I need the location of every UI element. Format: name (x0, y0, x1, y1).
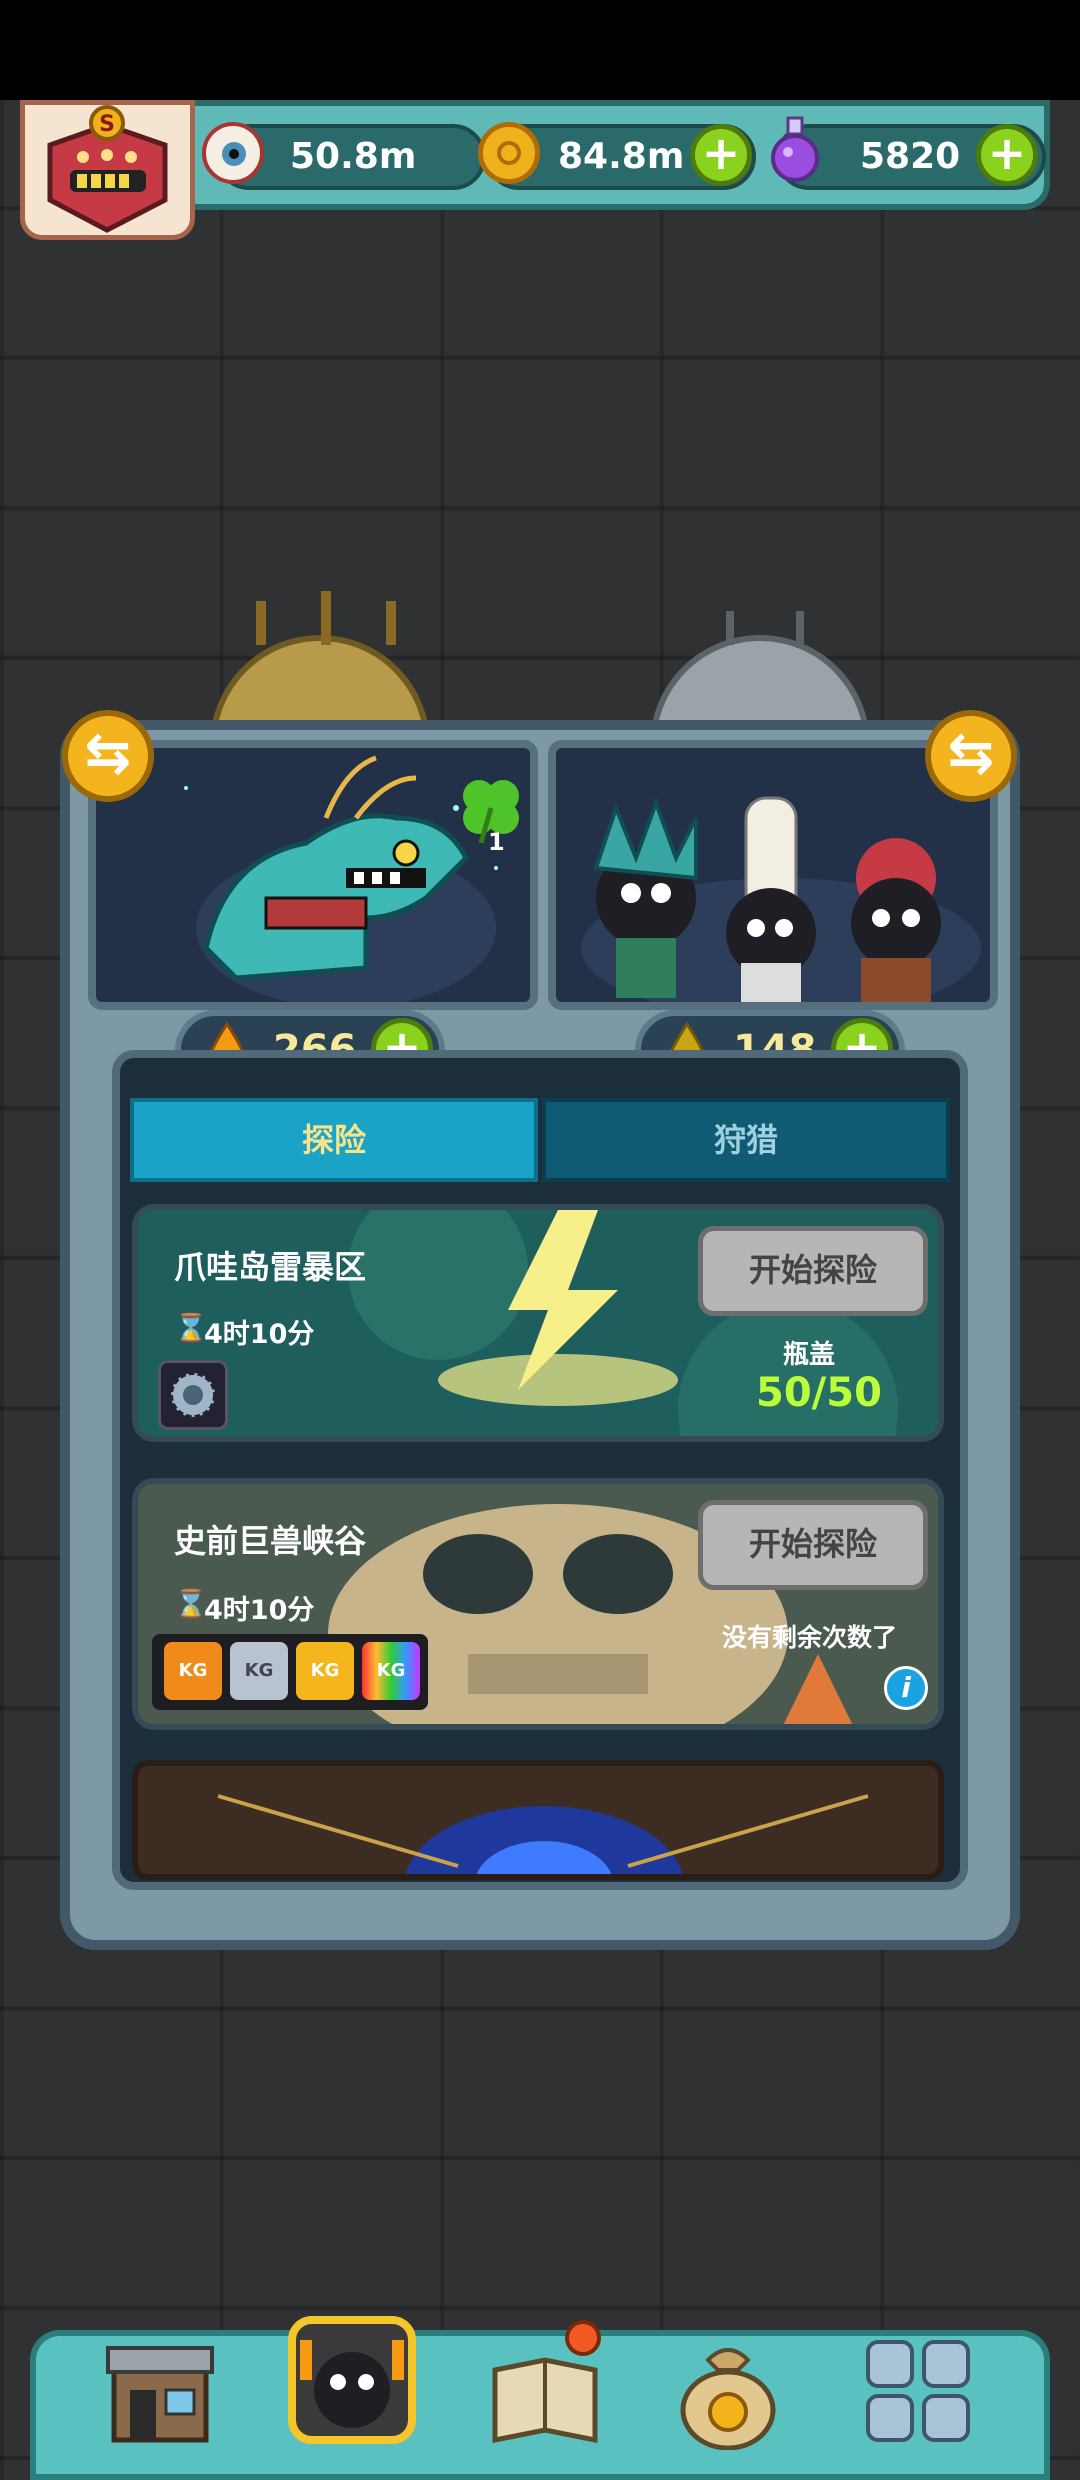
eyeball-value: 50.8m (290, 136, 417, 177)
info-icon[interactable]: i (884, 1666, 928, 1710)
gold-coin-icon (478, 122, 540, 184)
start-expedition-button[interactable]: 开始探险 (698, 1500, 928, 1590)
eyeball-icon (202, 122, 264, 184)
tab-explore[interactable]: 探险 (130, 1098, 538, 1182)
right-slot-window[interactable] (548, 740, 998, 1010)
expedition-time: 4时10分 (204, 1319, 315, 1350)
kg-weight-gold-icon: KG (296, 1642, 354, 1700)
purple-potion-icon (771, 116, 819, 182)
kg-weight-silver-icon: KG (230, 1642, 288, 1700)
bottle-cap-icon (169, 1371, 217, 1419)
start-expedition-button[interactable]: 开始探险 (698, 1226, 928, 1316)
notification-dot (565, 2320, 601, 2356)
money-bag-nav-button[interactable] (668, 2330, 788, 2450)
add-potions-button[interactable]: + (976, 124, 1038, 186)
monster-avatar-icon: S (47, 105, 168, 233)
potion-value: 5820 (860, 136, 961, 177)
shop-nav-button[interactable] (100, 2330, 220, 2450)
expedition-card: 爪哇岛雷暴区 ⌛ 4时10分 开始探险 瓶盖 50/50 (132, 1204, 944, 1442)
monster-nav-button[interactable] (282, 2310, 422, 2450)
expedition-title: 爪哇岛雷暴区 (174, 1248, 367, 1286)
hourglass-icon: ⌛ (174, 1589, 208, 1620)
expedition-title: 史前巨兽峡谷 (174, 1522, 367, 1560)
expedition-card: 史前巨兽峡谷 ⌛ 4时10分 KG KG KG KG 开始探险 没有剩余次数了 … (132, 1478, 944, 1730)
tab-hunt[interactable]: 狩猎 (542, 1098, 950, 1182)
potion-counter: 5820 + (771, 116, 1046, 190)
left-slot-window[interactable]: 1 (88, 740, 538, 1010)
profile-badge[interactable]: S (20, 100, 195, 240)
blue-portal-icon (138, 1766, 938, 1874)
svg-text:S: S (99, 112, 115, 137)
eyeball-counter: 50.8m (202, 122, 486, 190)
hourglass-icon: ⌛ (174, 1313, 208, 1344)
status-bar (0, 0, 1080, 100)
kg-weight-rainbow-icon: KG (362, 1642, 420, 1700)
grid-menu-nav-button[interactable] (858, 2330, 978, 2450)
portal-pit (132, 1760, 944, 1880)
left-swap-button[interactable]: ⇆ (62, 710, 154, 802)
reward-label: 瓶盖 (783, 1340, 836, 1370)
loot-row: KG KG KG KG (152, 1634, 428, 1710)
expedition-time: 4时10分 (204, 1595, 315, 1626)
reward-value: 50/50 (756, 1370, 882, 1416)
right-swap-button[interactable]: ⇆ (925, 710, 1017, 802)
kg-weight-orange-icon: KG (164, 1642, 222, 1700)
no-attempts-text: 没有剩余次数了 (722, 1623, 898, 1652)
coin-value: 84.8m (558, 136, 685, 177)
currency-bar: 50.8m 84.8m + 5820 + (170, 100, 1050, 210)
clover-count: 1 (488, 828, 505, 856)
coin-counter: 84.8m + (478, 122, 756, 190)
add-coins-button[interactable]: + (690, 124, 752, 186)
monster-team-icon (581, 796, 981, 1002)
bottle-cap-item[interactable] (158, 1360, 228, 1430)
